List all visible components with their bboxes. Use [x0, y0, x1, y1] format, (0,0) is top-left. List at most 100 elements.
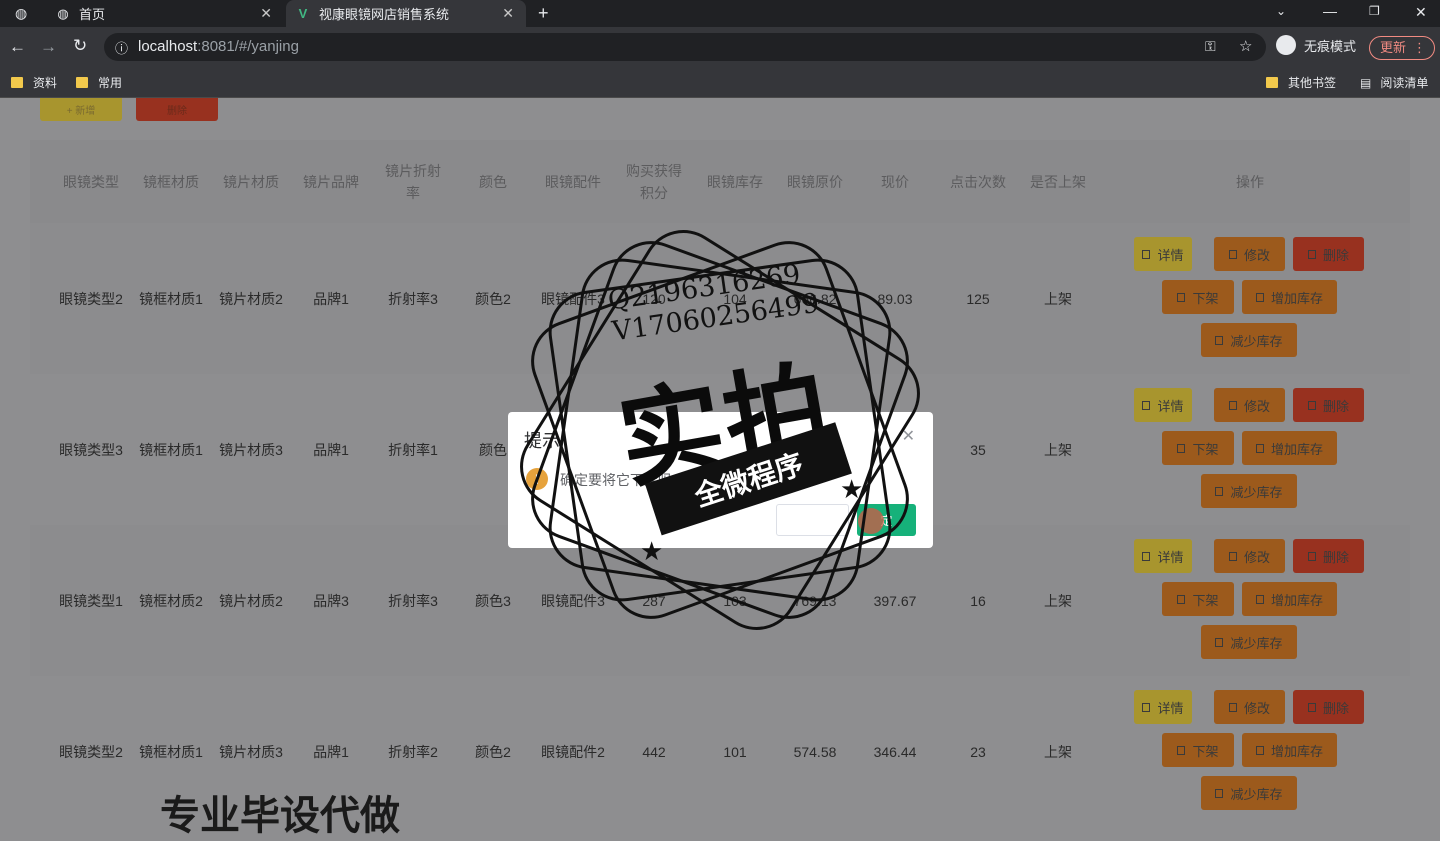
reduce-stock-icon — [1215, 486, 1224, 496]
offshelf-button[interactable]: 下架 — [1162, 733, 1234, 767]
tab-label: 视康眼镜网店销售系统 — [319, 7, 450, 22]
button-label: 修改 — [1243, 247, 1270, 263]
offshelf-button[interactable]: 下架 — [1162, 280, 1234, 314]
detail-button[interactable]: 详情 — [1134, 237, 1192, 271]
add-label: + 新增 — [66, 106, 96, 117]
window-close-icon[interactable]: ✕ — [1415, 4, 1427, 21]
browser-tabbar: ◍ ◍ 首页 ✕ V 视康眼镜网店销售系统 ✕ + ⌄ — ❐ ✕ — [0, 0, 1440, 27]
add-stock-icon — [1255, 594, 1264, 604]
bookmark-folder[interactable]: 常用 — [76, 74, 122, 91]
add-stock-button[interactable]: 增加库存 — [1242, 733, 1337, 767]
address-bar: ← → ↻ ⓘ localhost:8081/#/yanjing ⚿ ☆ 无痕模… — [0, 27, 1440, 67]
button-label: 下架 — [1192, 290, 1219, 306]
tab-label: 首页 — [79, 7, 106, 22]
watermark-caption: 专业毕设代做 — [160, 794, 400, 838]
button-label: 删除 — [1322, 247, 1349, 263]
globe-icon: ◍ — [57, 5, 69, 21]
incognito-label: 无痕模式 — [1304, 38, 1357, 54]
close-icon[interactable]: ✕ — [502, 5, 514, 22]
minimize-icon[interactable]: — — [1323, 3, 1337, 19]
close-icon[interactable]: ✕ — [260, 5, 272, 22]
detail-button[interactable]: 详情 — [1134, 690, 1192, 724]
table-cell: 眼镜类型2 — [59, 290, 123, 307]
table-cell: 眼镜配件2 — [541, 743, 605, 760]
header-cell: 眼镜原价 — [787, 173, 843, 190]
header-cell: 镜片品牌 — [303, 173, 359, 190]
button-label: 详情 — [1157, 247, 1184, 263]
offshelf-button[interactable]: 下架 — [1162, 431, 1234, 465]
key-icon[interactable]: ⚿ — [1205, 38, 1216, 55]
reduce-stock-icon — [1215, 637, 1224, 647]
add-stock-button[interactable]: 增加库存 — [1242, 582, 1337, 616]
bookmark-label: 常用 — [98, 76, 123, 90]
delete-button[interactable]: 删除 — [1293, 539, 1364, 573]
edit-button[interactable]: 修改 — [1214, 539, 1285, 573]
header-cell: 眼镜配件 — [545, 173, 601, 190]
add-stock-icon — [1255, 292, 1264, 302]
button-label: 减少库存 — [1230, 484, 1283, 500]
tab-active[interactable]: V 视康眼镜网店销售系统 ✕ — [286, 0, 526, 27]
delete-button[interactable]: 删除 — [1293, 690, 1364, 724]
button-label: 减少库存 — [1230, 333, 1283, 349]
detail-icon — [1142, 702, 1151, 712]
detail-icon — [1142, 551, 1151, 561]
button-label: 修改 — [1243, 398, 1270, 414]
incognito-indicator[interactable]: 无痕模式 — [1276, 35, 1356, 55]
table-header: 眼镜类型 镜框材质 镜片材质 镜片品牌 镜片折射率 颜色 眼镜配件 购买获得积分… — [30, 140, 1410, 223]
table-cell: 上架 — [1044, 592, 1072, 609]
header-cell: 是否上架 — [1030, 173, 1086, 190]
forward-icon[interactable]: → — [40, 37, 57, 57]
globe-icon[interactable]: ◍ — [15, 5, 27, 22]
table-cell: 品牌1 — [313, 441, 349, 458]
button-label: 增加库存 — [1270, 592, 1323, 608]
new-tab-icon[interactable]: + — [538, 3, 549, 24]
table-cell: 35 — [970, 441, 986, 458]
back-icon[interactable]: ← — [9, 37, 26, 57]
reduce-stock-button[interactable]: 减少库存 — [1201, 776, 1297, 810]
button-label: 删除 — [1322, 398, 1349, 414]
add-stock-icon — [1255, 745, 1264, 755]
restore-icon[interactable]: ❐ — [1369, 4, 1380, 18]
header-cell: 镜片折射率 — [385, 162, 441, 201]
update-button[interactable]: 更新 ⋮ — [1369, 36, 1435, 60]
edit-icon — [1228, 551, 1237, 561]
delete-button[interactable]: 删除 — [1293, 388, 1364, 422]
folder-icon — [11, 77, 23, 88]
reduce-stock-button[interactable]: 减少库存 — [1201, 625, 1297, 659]
detail-button[interactable]: 详情 — [1134, 539, 1192, 573]
delete-button[interactable]: 删除 — [1293, 237, 1364, 271]
bookmark-folder[interactable]: 其他书签 — [1266, 74, 1336, 91]
button-label: 增加库存 — [1270, 441, 1323, 457]
detail-icon — [1142, 400, 1151, 410]
edit-button[interactable]: 修改 — [1214, 690, 1285, 724]
header-cell: 眼镜库存 — [707, 173, 763, 190]
button-label: 下架 — [1192, 441, 1219, 457]
url-input[interactable]: ⓘ localhost:8081/#/yanjing ⚿ ☆ — [104, 33, 1266, 61]
add-stock-button[interactable]: 增加库存 — [1242, 280, 1337, 314]
header-cell: 眼镜类型 — [63, 173, 119, 190]
info-icon[interactable]: ⓘ — [115, 38, 128, 57]
offshelf-button[interactable]: 下架 — [1162, 582, 1234, 616]
star-icon[interactable]: ☆ — [1239, 37, 1252, 55]
edit-icon — [1228, 400, 1237, 410]
table-cell: 品牌3 — [313, 592, 349, 609]
table-cell: 125 — [966, 290, 990, 307]
offshelf-icon — [1177, 594, 1186, 604]
add-button[interactable]: + 新增 — [40, 98, 122, 121]
edit-button[interactable]: 修改 — [1214, 237, 1285, 271]
table-cell: 上架 — [1044, 743, 1072, 760]
bookmark-folder[interactable]: 资料 — [11, 74, 57, 91]
batch-delete-button[interactable]: 删除 — [136, 98, 218, 121]
add-stock-button[interactable]: 增加库存 — [1242, 431, 1337, 465]
table-cell: 镜片材质3 — [219, 441, 283, 458]
edit-button[interactable]: 修改 — [1214, 388, 1285, 422]
reduce-stock-button[interactable]: 减少库存 — [1201, 474, 1297, 508]
reduce-stock-button[interactable]: 减少库存 — [1201, 323, 1297, 357]
reading-list[interactable]: ▤ 阅读清单 — [1360, 74, 1428, 91]
reload-icon[interactable]: ↻ — [73, 36, 87, 56]
tab-home[interactable]: ◍ 首页 ✕ — [46, 0, 284, 27]
url-text: localhost:8081/#/yanjing — [138, 38, 299, 55]
detail-button[interactable]: 详情 — [1134, 388, 1192, 422]
table-cell: 镜片材质2 — [219, 592, 283, 609]
chevron-down-icon[interactable]: ⌄ — [1276, 4, 1286, 18]
